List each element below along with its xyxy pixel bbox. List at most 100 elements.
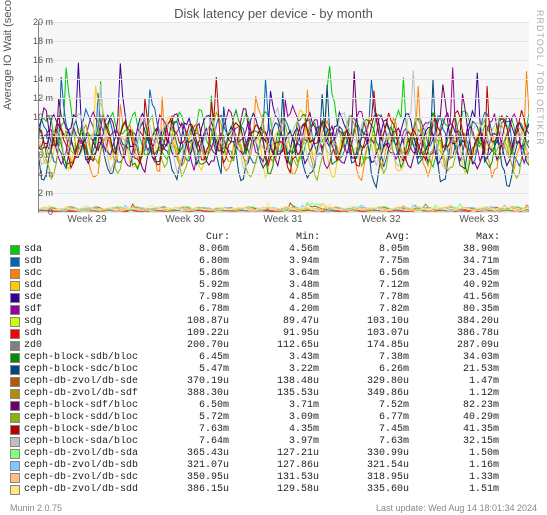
- legend-avg: 103.07u: [319, 328, 409, 340]
- legend-avg: 7.75m: [319, 256, 409, 268]
- legend-min: 3.94m: [229, 256, 319, 268]
- chart-container: Disk latency per device - by month Avera…: [0, 0, 547, 515]
- legend-max: 80.35m: [409, 304, 499, 316]
- legend-avg: 6.56m: [319, 268, 409, 280]
- x-tick: Week 29: [67, 214, 106, 225]
- legend-name: ceph-db-zvol/db-sdc: [24, 472, 139, 484]
- col-cur: Cur:: [140, 232, 230, 244]
- legend-name: sde: [24, 292, 139, 304]
- legend-max: 1.33m: [409, 472, 499, 484]
- legend-row: sda8.06m4.56m8.05m38.90m: [10, 244, 540, 256]
- legend-row: sdg108.87u89.47u103.10u384.20u: [10, 316, 540, 328]
- legend-swatch: [10, 365, 20, 375]
- rrdtool-watermark: RRDTOOL / TOBI OETIKER: [535, 10, 545, 146]
- legend-avg: 6.77m: [319, 412, 409, 424]
- legend-min: 91.95u: [229, 328, 319, 340]
- legend-swatch: [10, 341, 20, 351]
- y-tick: 14 m: [21, 74, 53, 84]
- legend-avg: 349.86u: [319, 388, 409, 400]
- legend-cur: 7.64m: [139, 436, 229, 448]
- y-tick: 0: [21, 207, 53, 217]
- legend-swatch: [10, 257, 20, 267]
- legend-swatch: [10, 245, 20, 255]
- legend-min: 4.85m: [229, 292, 319, 304]
- col-avg: Avg:: [320, 232, 410, 244]
- legend-max: 1.50m: [409, 448, 499, 460]
- legend-min: 138.48u: [229, 376, 319, 388]
- legend-cur: 6.50m: [139, 400, 229, 412]
- legend-row: ceph-db-zvol/db-sdb321.07u127.86u321.54u…: [10, 460, 540, 472]
- legend-min: 3.97m: [229, 436, 319, 448]
- legend-row: sdc5.86m3.64m6.56m23.45m: [10, 268, 540, 280]
- legend-name: sdh: [24, 328, 139, 340]
- col-min: Min:: [230, 232, 320, 244]
- legend-avg: 7.52m: [319, 400, 409, 412]
- legend-swatch: [10, 401, 20, 411]
- legend-min: 3.48m: [229, 280, 319, 292]
- legend: Cur: Min: Avg: Max: sda8.06m4.56m8.05m38…: [10, 232, 540, 496]
- legend-name: ceph-block-sdd/block-sdd: [24, 412, 139, 424]
- legend-min: 4.20m: [229, 304, 319, 316]
- legend-name: ceph-db-zvol/db-sde: [24, 376, 139, 388]
- legend-name: ceph-block-sdb/block-sdb: [24, 352, 139, 364]
- legend-row: sde7.98m4.85m7.78m41.56m: [10, 292, 540, 304]
- legend-row: ceph-db-zvol/db-sdc350.95u131.53u318.95u…: [10, 472, 540, 484]
- legend-cur: 321.07u: [139, 460, 229, 472]
- legend-name: ceph-block-sda/block-sda: [24, 436, 139, 448]
- legend-name: ceph-block-sdc/block-sdc: [24, 364, 139, 376]
- legend-avg: 7.12m: [319, 280, 409, 292]
- legend-name: sda: [24, 244, 139, 256]
- legend-swatch: [10, 449, 20, 459]
- legend-cur: 388.30u: [139, 388, 229, 400]
- legend-max: 41.56m: [409, 292, 499, 304]
- legend-min: 89.47u: [229, 316, 319, 328]
- legend-swatch: [10, 461, 20, 471]
- legend-cur: 7.63m: [139, 424, 229, 436]
- y-tick: 4 m: [21, 169, 53, 179]
- legend-cur: 5.92m: [139, 280, 229, 292]
- legend-max: 40.29m: [409, 412, 499, 424]
- y-tick: 12 m: [21, 93, 53, 103]
- legend-swatch: [10, 389, 20, 399]
- footer-update: Last update: Wed Aug 14 18:01:34 2024: [376, 503, 537, 513]
- legend-name: sdg: [24, 316, 139, 328]
- legend-min: 3.64m: [229, 268, 319, 280]
- legend-cur: 108.87u: [139, 316, 229, 328]
- legend-header: Cur: Min: Avg: Max:: [10, 232, 540, 244]
- legend-cur: 200.70u: [139, 340, 229, 352]
- legend-name: sdb: [24, 256, 139, 268]
- legend-cur: 365.43u: [139, 448, 229, 460]
- legend-cur: 7.98m: [139, 292, 229, 304]
- legend-row: ceph-block-sdb/block-sdb6.45m3.43m7.38m3…: [10, 352, 540, 364]
- legend-min: 4.56m: [229, 244, 319, 256]
- legend-max: 386.78u: [409, 328, 499, 340]
- legend-cur: 5.47m: [139, 364, 229, 376]
- legend-swatch: [10, 473, 20, 483]
- legend-row: sdh109.22u91.95u103.07u386.78u: [10, 328, 540, 340]
- legend-min: 4.35m: [229, 424, 319, 436]
- legend-avg: 330.99u: [319, 448, 409, 460]
- legend-min: 3.43m: [229, 352, 319, 364]
- chart-title: Disk latency per device - by month: [0, 0, 547, 23]
- legend-avg: 329.80u: [319, 376, 409, 388]
- x-tick: Week 31: [263, 214, 302, 225]
- chart-footer: Munin 2.0.75 Last update: Wed Aug 14 18:…: [10, 503, 537, 513]
- legend-cur: 109.22u: [139, 328, 229, 340]
- legend-min: 127.86u: [229, 460, 319, 472]
- legend-min: 3.09m: [229, 412, 319, 424]
- legend-cur: 6.80m: [139, 256, 229, 268]
- y-tick: 2 m: [21, 188, 53, 198]
- legend-name: ceph-db-zvol/db-sdd: [24, 484, 139, 496]
- plot-area: [38, 22, 529, 213]
- legend-cur: 8.06m: [139, 244, 229, 256]
- legend-min: 112.65u: [229, 340, 319, 352]
- legend-min: 131.53u: [229, 472, 319, 484]
- legend-row: sdd5.92m3.48m7.12m40.92m: [10, 280, 540, 292]
- legend-swatch: [10, 377, 20, 387]
- legend-swatch: [10, 413, 20, 423]
- legend-avg: 321.54u: [319, 460, 409, 472]
- legend-cur: 386.15u: [139, 484, 229, 496]
- legend-name: sdf: [24, 304, 139, 316]
- legend-max: 82.23m: [409, 400, 499, 412]
- legend-row: sdb6.80m3.94m7.75m34.71m: [10, 256, 540, 268]
